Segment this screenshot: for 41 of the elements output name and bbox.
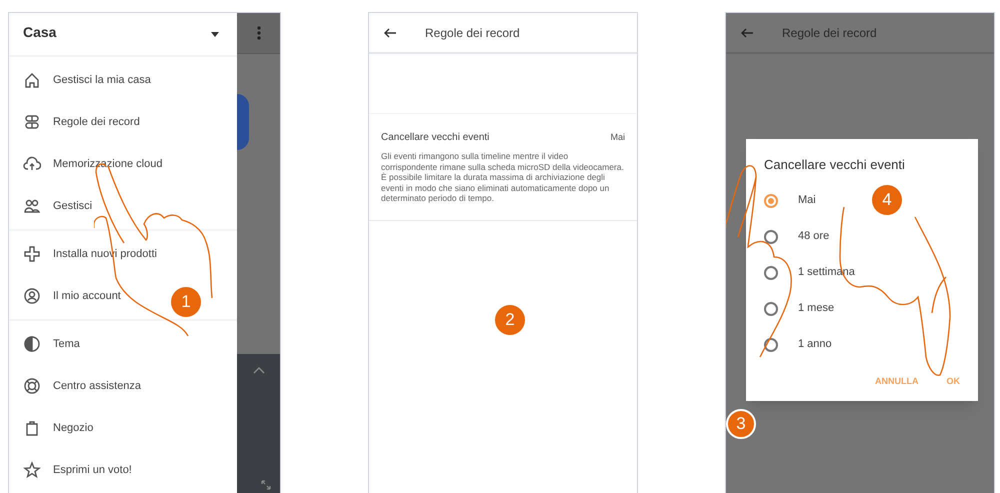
drawer-menu-item[interactable]: Gestisci la mia casa [23,59,151,101]
screen-title: Regole dei record [425,24,520,42]
drawer-menu-item[interactable]: Esprimi un voto! [23,449,132,491]
radio-button[interactable] [764,266,778,280]
expand-icon[interactable] [260,480,270,490]
theme-icon [23,335,41,353]
radio-option[interactable]: 1 mese [764,290,834,326]
drawer-menu-item[interactable]: Negozio [23,407,94,449]
screen-title: Regole dei record [782,24,877,42]
drawer-menu-item[interactable]: Regole dei record [23,101,140,143]
step-number-badge: 2 [495,305,525,335]
drawer-menu-item[interactable]: Gestisci [23,185,92,227]
home-icon [23,71,41,89]
drawer-menu-item[interactable]: Memorizzazione cloud [23,143,162,185]
chevron-up-icon[interactable] [252,366,264,374]
radio-button[interactable] [764,194,778,208]
cloud-upload-icon [23,155,41,173]
account-icon [23,287,41,305]
back-arrow-icon[interactable] [383,28,397,38]
drawer-title: Casa [23,23,56,42]
star-icon [23,461,41,479]
plus-icon [23,245,41,263]
drawer-menu-item[interactable]: Tema [23,323,80,365]
radio-button[interactable] [764,302,778,316]
dropdown-caret-icon[interactable] [211,32,219,37]
more-vertical-icon[interactable] [256,26,260,40]
radio-button[interactable] [764,230,778,244]
setting-value: Mai [610,130,625,144]
setting-description: Gli eventi rimangono sulla timeline mentre il video corrispondente rimane sulla scheda microSD della videocamera. È possibile limitare la durata massima di archiviazione degli eventi in modo che siano eliminati automaticamente dopo un determinato periodo di tempo. [381,151,625,204]
radio-option[interactable]: 1 anno [764,326,832,362]
rounded-rectangles-icon [23,113,41,131]
setting-label: Cancellare vecchi eventi [381,131,490,145]
radio-button[interactable] [764,338,778,352]
step-number-badge: 3 [726,409,756,439]
radio-option[interactable]: Mai [764,182,816,218]
people-icon [23,197,41,215]
drawer-menu-item[interactable]: Centro assistenza [23,365,142,407]
drawer-menu-item[interactable]: Il mio account [23,275,121,317]
dialog-title: Cancellare vecchi eventi [764,156,906,174]
radio-option[interactable]: 48 ore [764,218,830,254]
lifebuoy-icon [23,377,41,395]
